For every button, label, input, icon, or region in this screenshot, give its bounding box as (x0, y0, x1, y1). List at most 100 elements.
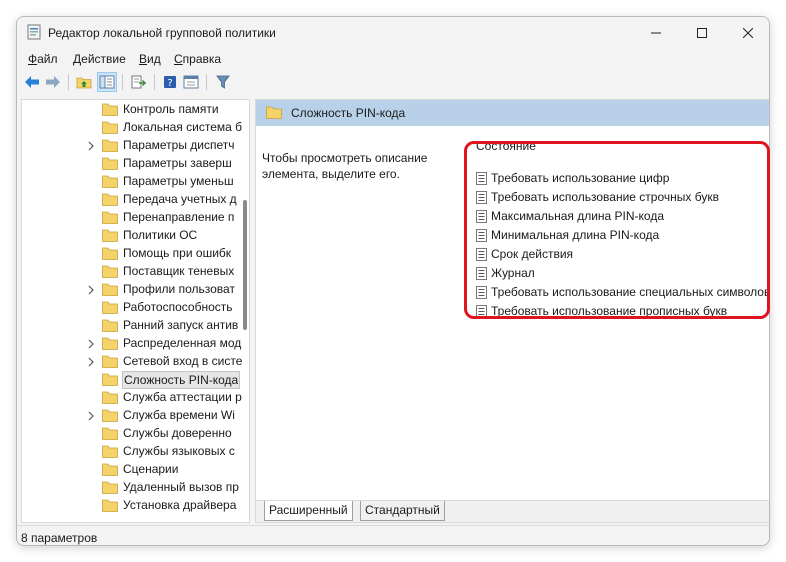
tree-item[interactable]: Перенаправление п (22, 209, 242, 227)
tree-item-label: Передача учетных д (123, 192, 237, 206)
tree-scrollbar[interactable] (243, 200, 247, 330)
folder-icon (102, 121, 118, 134)
folder-icon (102, 103, 118, 116)
show-hide-tree-button[interactable] (97, 72, 117, 92)
back-button[interactable] (22, 72, 42, 92)
chevron-right-icon[interactable] (86, 356, 96, 368)
tree-item[interactable]: Контроль памяти (22, 101, 242, 119)
folder-icon (102, 247, 118, 260)
title-bar: Редактор локальной групповой политики (17, 17, 769, 49)
folder-icon (102, 283, 118, 296)
folder-icon (102, 157, 118, 170)
toolbar-separator (122, 74, 123, 90)
tree-item[interactable]: Сложность PIN-кода (22, 371, 242, 389)
folder-icon (102, 319, 118, 332)
tree-item[interactable]: Помощь при ошибк (22, 245, 242, 263)
export-list-button[interactable] (128, 72, 148, 92)
folder-icon (102, 337, 118, 350)
details-title: Сложность PIN-кода (291, 106, 406, 120)
tab-standard[interactable]: Стандартный (360, 501, 445, 521)
folder-icon (102, 193, 118, 206)
folder-icon (102, 463, 118, 476)
tree-item-label: Параметры уменьш (123, 174, 234, 188)
tree-item[interactable]: Удаленный вызов пр (22, 479, 242, 497)
forward-button[interactable] (43, 72, 63, 92)
details-header: Сложность PIN-кода (256, 100, 769, 126)
tree-item-label: Помощь при ошибк (123, 246, 232, 260)
highlight-annotation (464, 141, 770, 319)
chevron-right-icon[interactable] (86, 338, 96, 350)
status-text: 8 параметров (21, 531, 98, 545)
menu-file[interactable]: Файл (28, 52, 58, 66)
folder-icon (102, 391, 118, 404)
tree-item[interactable]: Служба аттестации р (22, 389, 242, 407)
policy-app-icon (27, 24, 41, 40)
chevron-right-icon[interactable] (86, 284, 96, 296)
filter-icon (216, 75, 230, 89)
properties-icon (183, 75, 199, 89)
chevron-right-icon[interactable] (86, 410, 96, 422)
tree-item[interactable]: Службы языковых с (22, 443, 242, 461)
menu-bar: Файл Действие Вид Справка (17, 49, 769, 69)
menu-view[interactable]: Вид (139, 52, 161, 66)
help-button[interactable]: ? (160, 72, 180, 92)
tree-item-label: Сценарии (123, 462, 179, 476)
tree-item-label: Распределенная мод (123, 336, 242, 350)
tab-extended[interactable]: Расширенный (264, 501, 353, 521)
menu-action[interactable]: Действие (73, 52, 126, 66)
tree-item[interactable]: Параметры заверш (22, 155, 242, 173)
folder-icon (266, 106, 282, 119)
tree-item[interactable]: Локальная система б (22, 119, 242, 137)
properties-button[interactable] (181, 72, 201, 92)
tree-item[interactable]: Поставщик теневых (22, 263, 242, 281)
tree-item[interactable]: Сетевой вход в систе (22, 353, 242, 371)
tree-item-label: Сетевой вход в систе (123, 354, 243, 368)
folder-icon (102, 265, 118, 278)
tree-item-label: Службы языковых с (123, 444, 235, 458)
tree-item[interactable]: Установка драйвера (22, 497, 242, 515)
tree-item[interactable]: Параметры диспетч (22, 137, 242, 155)
tree-item[interactable]: Службы доверенно (22, 425, 242, 443)
tree-item-label: Службы доверенно (123, 426, 232, 440)
tree-item-label: Локальная система б (123, 120, 242, 134)
menu-help[interactable]: Справка (174, 52, 221, 66)
export-list-icon (131, 75, 146, 89)
svg-text:?: ? (167, 78, 172, 89)
tree-item-label: Контроль памяти (123, 102, 219, 116)
tree-item-label: Поставщик теневых (123, 264, 235, 278)
tree-item[interactable]: Работоспособность (22, 299, 242, 317)
tree-item-label: Перенаправление п (123, 210, 235, 224)
tree-item-label: Параметры диспетч (123, 138, 235, 152)
tree-item-label: Профили пользоват (123, 282, 235, 296)
view-tabs: Расширенный Стандартный (256, 500, 769, 522)
maximize-icon (697, 27, 707, 38)
tree-item[interactable]: Распределенная мод (22, 335, 242, 353)
up-folder-button[interactable] (74, 72, 94, 92)
tree-item[interactable]: Передача учетных д (22, 191, 242, 209)
help-icon: ? (164, 76, 176, 89)
policy-tree[interactable]: Контроль памяти Локальная система б Параме… (21, 99, 250, 523)
tree-item[interactable]: Политики ОС (22, 227, 242, 245)
minimize-button[interactable] (633, 17, 679, 48)
toolbar-separator (68, 74, 69, 90)
folder-icon (102, 373, 118, 386)
folder-icon (102, 409, 118, 422)
tree-item[interactable]: Профили пользоват (22, 281, 242, 299)
folder-icon (102, 445, 118, 458)
tree-item[interactable]: Сценарии (22, 461, 242, 479)
maximize-button[interactable] (679, 17, 725, 48)
chevron-right-icon[interactable] (86, 140, 96, 152)
close-button[interactable] (725, 17, 769, 48)
folder-icon (102, 355, 118, 368)
tree-item-label: Работоспособность (123, 300, 233, 314)
tree-item-label: Ранний запуск антив (123, 318, 239, 332)
tree-item[interactable]: Параметры уменьш (22, 173, 242, 191)
forward-icon (46, 76, 60, 88)
tree-item-label: Параметры заверш (123, 156, 232, 170)
toolbar: ? (17, 70, 769, 94)
tree-item-label: Служба времени Wi (123, 408, 235, 422)
tree-item[interactable]: Ранний запуск антив (22, 317, 242, 335)
filter-button[interactable] (213, 72, 233, 92)
tree-item[interactable]: Служба времени Wi (22, 407, 242, 425)
folder-icon (102, 229, 118, 242)
